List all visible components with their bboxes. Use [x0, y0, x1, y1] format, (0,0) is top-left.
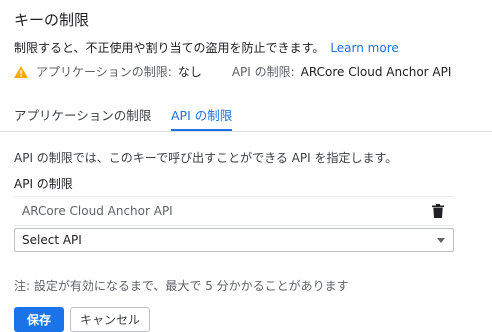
- api-restriction-info: API の制限では、このキーで呼び出すことができる API を指定します。: [14, 151, 398, 165]
- save-button[interactable]: 保存: [14, 307, 64, 332]
- app-restriction-value: なし: [177, 65, 202, 79]
- select-api-value: Select API: [22, 233, 82, 247]
- warning-icon: [14, 65, 28, 78]
- restriction-description: 制限すると、不正使用や割り当ての盗用を防止できます。 Learn more: [14, 39, 399, 56]
- chevron-down-icon: [437, 238, 445, 243]
- cancel-button[interactable]: キャンセル: [70, 307, 150, 332]
- api-restriction-label: API の制限:: [231, 65, 295, 79]
- api-restrictions-label: API の制限: [14, 177, 73, 191]
- select-api-dropdown[interactable]: Select API: [14, 228, 454, 252]
- api-list-item: ARCore Cloud Anchor API: [14, 196, 454, 226]
- api-restriction-value: ARCore Cloud Anchor API: [300, 64, 452, 79]
- section-title: キーの制限: [14, 11, 90, 29]
- propagation-note: 注: 設定が有効になるまで、最大で 5 分かかることがあります: [14, 279, 349, 293]
- delete-icon[interactable]: [432, 204, 444, 218]
- app-restriction-label: アプリケーションの制限:: [36, 65, 172, 79]
- description-text: 制限すると、不正使用や割り当ての盗用を防止できます。: [14, 41, 325, 55]
- learn-more-link[interactable]: Learn more: [330, 41, 398, 55]
- restriction-tabs: アプリケーションの制限 API の制限: [0, 105, 492, 132]
- restriction-summary: アプリケーションの制限: なし API の制限: ARCore Cloud An…: [14, 63, 451, 80]
- api-name: ARCore Cloud Anchor API: [22, 204, 173, 218]
- tab-application-restrictions[interactable]: アプリケーションの制限: [14, 105, 151, 130]
- tab-api-restrictions[interactable]: API の制限: [171, 105, 233, 131]
